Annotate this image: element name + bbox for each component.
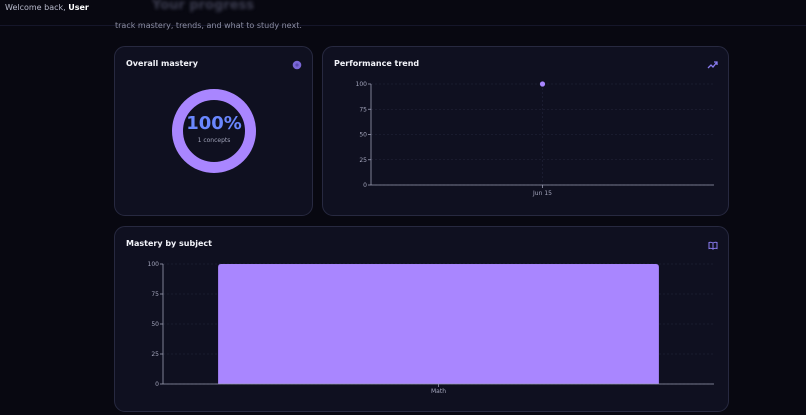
bar <box>218 264 659 384</box>
circle-dot-icon <box>292 60 302 70</box>
y-tick-label: 25 <box>359 157 367 164</box>
overall-mastery-title: Overall mastery <box>126 59 198 68</box>
y-tick-label: 0 <box>363 182 367 189</box>
data-point <box>539 81 546 87</box>
y-tick-label: 100 <box>148 261 160 268</box>
y-tick-label: 25 <box>151 351 159 358</box>
mastery-by-subject-chart: 0 25 50 75 100 Math <box>148 261 714 395</box>
performance-trend-card: Performance trend 0 25 50 75 100 Jun 15 <box>322 46 729 216</box>
page-title: Your progress <box>152 0 255 13</box>
x-tick-label: Math <box>431 388 446 395</box>
y-tick-label: 75 <box>151 291 159 298</box>
y-tick-label: 0 <box>155 381 159 388</box>
performance-trend-chart: 0 25 50 75 100 Jun 15 <box>356 81 714 197</box>
page-subtitle: track mastery, trends, and what to study… <box>115 21 302 30</box>
overall-mastery-card: Overall mastery 100% 1 concepts <box>114 46 313 216</box>
welcome-text: Welcome back, User <box>5 3 89 12</box>
y-tick-label: 75 <box>359 106 367 113</box>
username: User <box>68 3 89 12</box>
y-tick-label: 100 <box>356 81 368 88</box>
concepts-count: 1 concepts <box>197 137 231 144</box>
x-tick-label: Jun 15 <box>532 190 552 197</box>
y-tick-label: 50 <box>359 132 367 139</box>
y-tick-label: 50 <box>151 321 159 328</box>
welcome-prefix: Welcome back, <box>5 3 66 12</box>
mastery-by-subject-card: Mastery by subject 0 25 50 75 100 Math <box>114 226 729 412</box>
mastery-percent: 100% <box>186 113 242 134</box>
